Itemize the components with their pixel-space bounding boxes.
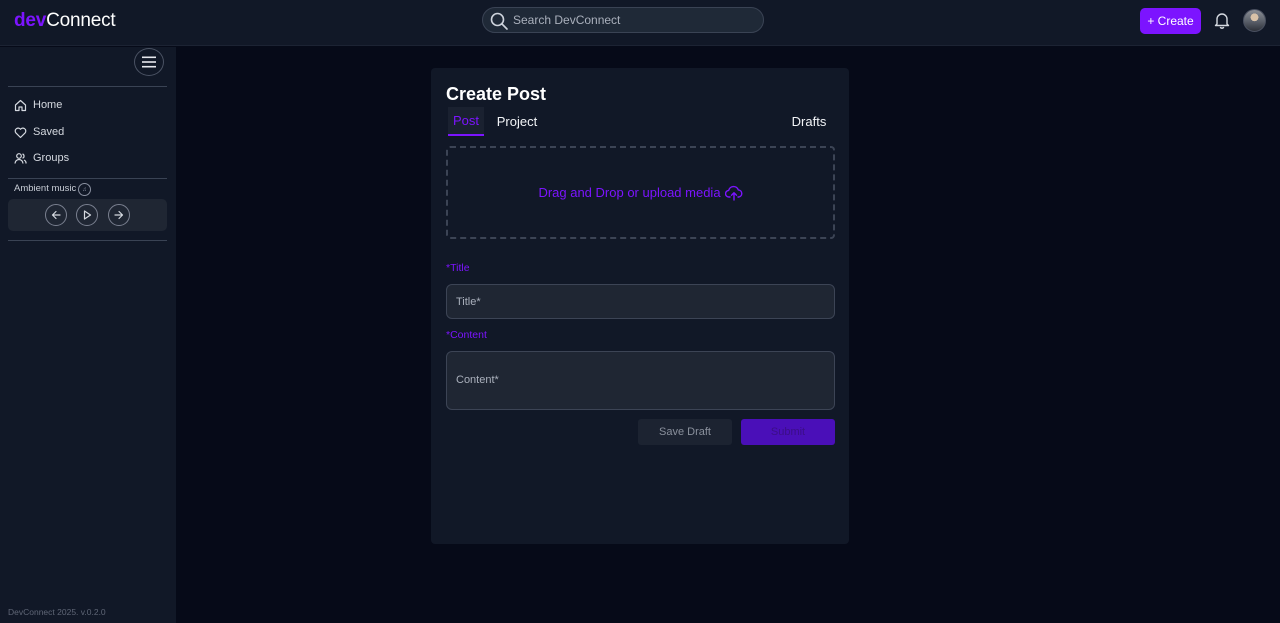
avatar[interactable] — [1243, 9, 1266, 32]
content-label: *Content — [446, 329, 487, 341]
bell-icon[interactable] — [1213, 11, 1231, 29]
page-title: Create Post — [446, 84, 547, 104]
home-icon — [14, 99, 27, 111]
title-field[interactable] — [446, 284, 835, 319]
sidebar-item-label: Saved — [33, 126, 65, 138]
next-button[interactable] — [108, 204, 130, 226]
sidebar-item-label: Home — [33, 99, 63, 111]
content-field[interactable] — [446, 351, 835, 410]
sidebar-divider — [8, 86, 167, 87]
media-dropzone[interactable]: Drag and Drop or upload media — [446, 146, 835, 239]
sidebar-item-home[interactable]: Home — [8, 94, 167, 116]
users-icon — [14, 152, 27, 164]
create-post-card: Create Post Post Project Drafts Drag and… — [431, 68, 849, 544]
heart-icon — [14, 127, 27, 138]
search-input[interactable] — [513, 11, 753, 29]
save-draft-button[interactable]: Save Draft — [638, 419, 732, 445]
title-label: *Title — [446, 262, 470, 274]
logo-dev: dev — [14, 10, 47, 31]
search-bar[interactable] — [482, 7, 764, 33]
cloud-upload-icon — [724, 185, 742, 201]
arrow-right-icon — [114, 210, 124, 220]
sidebar-item-label: Groups — [33, 152, 70, 164]
logo[interactable]: devConnect — [14, 10, 116, 32]
music-player — [8, 199, 167, 231]
search-icon — [490, 12, 508, 30]
menu-toggle-button[interactable] — [134, 48, 164, 76]
tab-project[interactable]: Project — [493, 107, 541, 136]
arrow-left-icon — [51, 210, 61, 220]
sidebar-item-groups[interactable]: Groups — [8, 147, 167, 169]
previous-button[interactable] — [45, 204, 67, 226]
drafts-link[interactable]: Drafts — [788, 107, 830, 136]
tab-post[interactable]: Post — [448, 107, 484, 136]
dropzone-text: Drag and Drop or upload media — [538, 185, 721, 200]
create-button[interactable]: + Create — [1140, 8, 1201, 34]
submit-button[interactable]: Submit — [741, 419, 835, 445]
hamburger-icon — [142, 56, 156, 68]
sidebar-divider — [8, 240, 167, 241]
play-button[interactable] — [76, 204, 98, 226]
sidebar-divider — [8, 178, 167, 179]
version-text: DevConnect 2025. v.0.2.0 — [8, 607, 106, 617]
sidebar-item-saved[interactable]: Saved — [8, 121, 167, 143]
sidebar: Home Saved Groups Ambient music ♫ DevCon… — [0, 47, 176, 623]
play-icon — [83, 210, 92, 220]
top-bar: devConnect + Create — [0, 0, 1280, 46]
ambient-music-label: Ambient music — [14, 183, 77, 194]
logo-connect: Connect — [46, 10, 116, 31]
music-info-icon[interactable]: ♫ — [78, 183, 91, 196]
